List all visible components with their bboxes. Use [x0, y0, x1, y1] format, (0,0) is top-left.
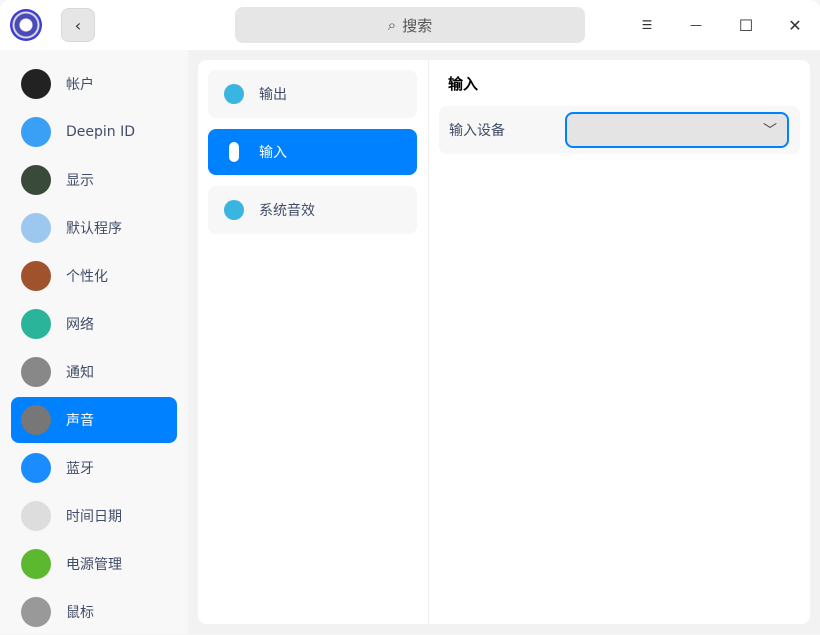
sidebar-item-icon: [21, 501, 51, 531]
sidebar-item-label: 鼠标: [66, 605, 94, 621]
sidebar-item[interactable]: 时间日期: [11, 493, 177, 539]
sidebar-item[interactable]: 蓝牙: [11, 445, 177, 491]
sidebar-item-icon: [21, 165, 51, 195]
main-area: 输出 输入 系统音效 输入 输入设备 ﹀: [188, 50, 820, 634]
sound-menu-item[interactable]: 系统音效: [208, 186, 417, 234]
divider: [428, 60, 429, 624]
sound-menu-label: 系统音效: [259, 203, 315, 219]
sidebar-item-label: 个性化: [66, 269, 108, 285]
microphone-icon: [229, 142, 239, 162]
sidebar-item[interactable]: 通知: [11, 349, 177, 395]
sidebar-item[interactable]: 显示: [11, 157, 177, 203]
sidebar-item-label: 默认程序: [66, 221, 122, 237]
menu-button[interactable]: ☰: [632, 10, 662, 40]
speaker-icon: [224, 84, 244, 104]
sidebar-item-label: Deepin ID: [66, 124, 136, 140]
sidebar-item-icon: [21, 261, 51, 291]
content-panel: 输出 输入 系统音效 输入 输入设备 ﹀: [198, 60, 810, 624]
sidebar-item[interactable]: 鼠标: [11, 589, 177, 635]
maximize-button[interactable]: ☐: [731, 10, 761, 40]
sidebar-item-label: 网络: [66, 317, 94, 333]
sidebar-item-icon: [21, 309, 51, 339]
back-button[interactable]: ‹: [61, 8, 95, 42]
search-icon: ⌕: [387, 16, 397, 34]
minimize-button[interactable]: —: [681, 10, 711, 40]
sound-menu-item[interactable]: 输出: [208, 70, 417, 118]
sidebar-item[interactable]: 个性化: [11, 253, 177, 299]
sound-effects-icon: [224, 200, 244, 220]
sidebar-item[interactable]: 声音: [11, 397, 177, 443]
maximize-icon: ☐: [738, 15, 754, 35]
sidebar-item-label: 显示: [66, 173, 94, 189]
sidebar-item[interactable]: 帐户: [11, 61, 177, 107]
sound-menu-label: 输出: [259, 87, 287, 103]
input-device-label: 输入设备: [449, 123, 505, 139]
sidebar-item-icon: [21, 213, 51, 243]
sidebar-item[interactable]: 默认程序: [11, 205, 177, 251]
sidebar-item[interactable]: 电源管理: [11, 541, 177, 587]
sidebar-item[interactable]: Deepin ID: [11, 109, 177, 155]
sidebar-item-icon: [21, 357, 51, 387]
sidebar-item-icon: [21, 453, 51, 483]
sidebar-item-label: 帐户: [66, 77, 94, 93]
input-device-select[interactable]: ﹀: [565, 112, 789, 148]
sidebar: 帐户 Deepin ID 显示默认程序个性化网络通知声音蓝牙时间日期电源管理鼠标: [0, 50, 188, 634]
sound-menu-label: 输入: [259, 145, 287, 161]
sidebar-item[interactable]: 网络: [11, 301, 177, 347]
sidebar-item-icon: [21, 597, 51, 627]
sidebar-item-label: 时间日期: [66, 509, 122, 525]
minimize-icon: —: [690, 18, 702, 32]
search-placeholder: 搜索: [402, 16, 433, 35]
section-title: 输入: [448, 75, 479, 93]
app-logo-icon: [10, 9, 42, 41]
sidebar-item-icon: [21, 405, 51, 435]
sidebar-item-icon: [21, 549, 51, 579]
sidebar-item-label: 声音: [66, 413, 94, 429]
menu-icon: ☰: [641, 18, 653, 32]
titlebar: ‹ ⌕ 搜索 ☰ — ☐ ✕: [0, 0, 820, 50]
sidebar-item-label: 通知: [66, 365, 94, 381]
search-input[interactable]: ⌕ 搜索: [235, 7, 585, 43]
close-button[interactable]: ✕: [780, 10, 810, 40]
input-device-row: 输入设备 ﹀: [439, 106, 800, 154]
sound-menu-item[interactable]: 输入: [208, 129, 417, 175]
sidebar-item-icon: [21, 69, 51, 99]
sidebar-item-label: 蓝牙: [66, 461, 94, 477]
chevron-down-icon: ﹀: [763, 123, 777, 139]
sidebar-item-label: 电源管理: [66, 557, 122, 573]
chevron-left-icon: ‹: [74, 15, 82, 35]
sidebar-item-icon: [21, 117, 51, 147]
close-icon: ✕: [788, 15, 802, 35]
